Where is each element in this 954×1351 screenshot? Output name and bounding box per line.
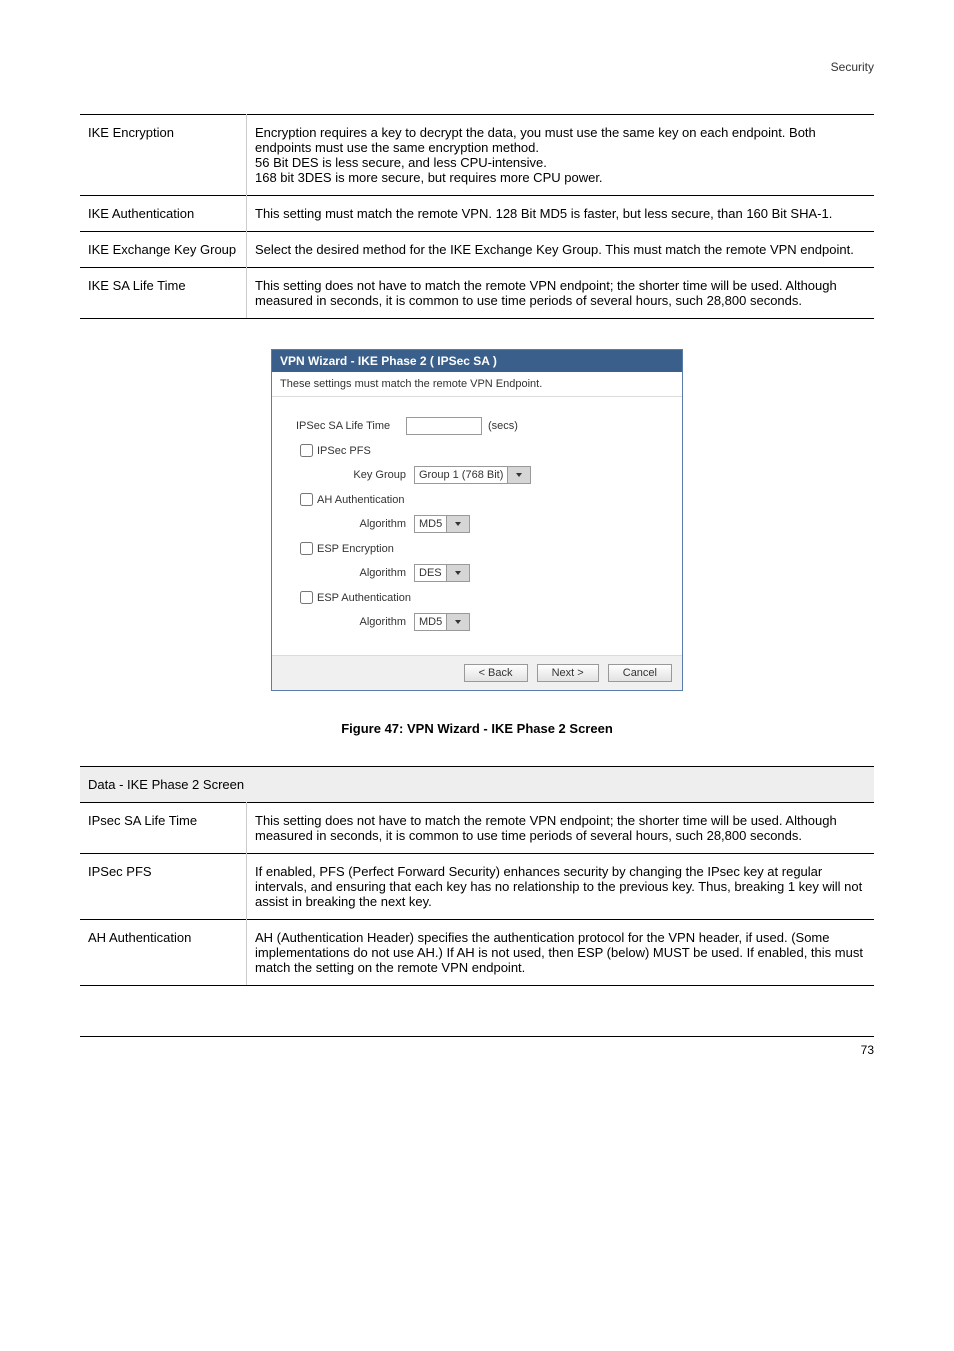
row-salife: IPSec SA Life Time (secs) <box>296 417 658 435</box>
next-button[interactable]: Next > <box>537 664 599 682</box>
espenc-algo-label: Algorithm <box>296 567 414 579</box>
cell-desc: This setting does not have to match the … <box>247 268 875 319</box>
table-ike-phase2: Data - IKE Phase 2 Screen IPsec SA Life … <box>80 766 874 986</box>
dialog-footer: < Back Next > Cancel <box>272 655 682 690</box>
row-ah-algo: Algorithm MD5 <box>296 515 658 533</box>
espenc-checkbox[interactable] <box>300 542 313 555</box>
table-row: IKE Exchange Key Group Select the desire… <box>80 232 874 268</box>
cell-desc: Select the desired method for the IKE Ex… <box>247 232 875 268</box>
ah-label: AH Authentication <box>317 494 404 506</box>
dialog-title: VPN Wizard - IKE Phase 2 ( IPSec SA ) <box>272 350 682 372</box>
salife-unit: (secs) <box>488 420 518 432</box>
cell-desc: This setting must match the remote VPN. … <box>247 196 875 232</box>
chevron-down-icon <box>446 516 469 532</box>
table-row: IPSec PFS If enabled, PFS (Perfect Forwa… <box>80 854 874 920</box>
cell-label: AH Authentication <box>80 920 247 986</box>
espenc-label: ESP Encryption <box>317 543 394 555</box>
espenc-algo-select[interactable]: DES <box>414 564 470 582</box>
figure-caption: Figure 47: VPN Wizard - IKE Phase 2 Scre… <box>80 721 874 736</box>
dialog-vpn-wizard: VPN Wizard - IKE Phase 2 ( IPSec SA ) Th… <box>271 349 683 691</box>
page-number: 73 <box>861 1043 874 1057</box>
cell-desc: If enabled, PFS (Perfect Forward Securit… <box>247 854 875 920</box>
cell-label: IKE Exchange Key Group <box>80 232 247 268</box>
table-heading: Data - IKE Phase 2 Screen <box>80 767 874 803</box>
keygroup-select[interactable]: Group 1 (768 Bit) <box>414 466 531 484</box>
row-ah: AH Authentication <box>296 490 658 509</box>
cell-desc: AH (Authentication Header) specifies the… <box>247 920 875 986</box>
cell-label: IPSec PFS <box>80 854 247 920</box>
pfs-checkbox[interactable] <box>300 444 313 457</box>
cell-label: IKE Authentication <box>80 196 247 232</box>
header-section: Security <box>80 60 874 74</box>
ah-algo-label: Algorithm <box>296 518 414 530</box>
row-espenc: ESP Encryption <box>296 539 658 558</box>
table-row: IKE Encryption Encryption requires a key… <box>80 115 874 196</box>
row-espauth: ESP Authentication <box>296 588 658 607</box>
espauth-algo-value: MD5 <box>415 616 446 628</box>
row-pfs: IPSec PFS <box>296 441 658 460</box>
row-espauth-algo: Algorithm MD5 <box>296 613 658 631</box>
ah-algo-select[interactable]: MD5 <box>414 515 470 533</box>
table-row: AH Authentication AH (Authentication Hea… <box>80 920 874 986</box>
espauth-checkbox[interactable] <box>300 591 313 604</box>
chevron-down-icon <box>446 565 469 581</box>
chevron-down-icon <box>446 614 469 630</box>
keygroup-value: Group 1 (768 Bit) <box>415 469 507 481</box>
espenc-algo-value: DES <box>415 567 446 579</box>
salife-label: IPSec SA Life Time <box>296 420 406 432</box>
cell-desc: This setting does not have to match the … <box>247 803 875 854</box>
table-heading-row: Data - IKE Phase 2 Screen <box>80 767 874 803</box>
figure-vpn-wizard: VPN Wizard - IKE Phase 2 ( IPSec SA ) Th… <box>80 349 874 736</box>
ah-checkbox[interactable] <box>300 493 313 506</box>
ah-algo-value: MD5 <box>415 518 446 530</box>
row-keygroup: Key Group Group 1 (768 Bit) <box>296 466 658 484</box>
espauth-label: ESP Authentication <box>317 592 411 604</box>
salife-input[interactable] <box>406 417 482 435</box>
espauth-algo-select[interactable]: MD5 <box>414 613 470 631</box>
keygroup-label: Key Group <box>296 469 414 481</box>
table-ike-phase1: IKE Encryption Encryption requires a key… <box>80 114 874 319</box>
table-row: IKE SA Life Time This setting does not h… <box>80 268 874 319</box>
cell-label: IPsec SA Life Time <box>80 803 247 854</box>
cell-label: IKE Encryption <box>80 115 247 196</box>
cell-desc: Encryption requires a key to decrypt the… <box>247 115 875 196</box>
cancel-button[interactable]: Cancel <box>608 664 672 682</box>
page-footer: 73 <box>80 1036 874 1057</box>
table-row: IPsec SA Life Time This setting does not… <box>80 803 874 854</box>
table-row: IKE Authentication This setting must mat… <box>80 196 874 232</box>
back-button[interactable]: < Back <box>464 664 528 682</box>
row-espenc-algo: Algorithm DES <box>296 564 658 582</box>
pfs-label: IPSec PFS <box>317 445 371 457</box>
chevron-down-icon <box>507 467 530 483</box>
dialog-subtitle: These settings must match the remote VPN… <box>272 372 682 397</box>
cell-label: IKE SA Life Time <box>80 268 247 319</box>
dialog-body: IPSec SA Life Time (secs) IPSec PFS Key … <box>272 397 682 655</box>
espauth-algo-label: Algorithm <box>296 616 414 628</box>
